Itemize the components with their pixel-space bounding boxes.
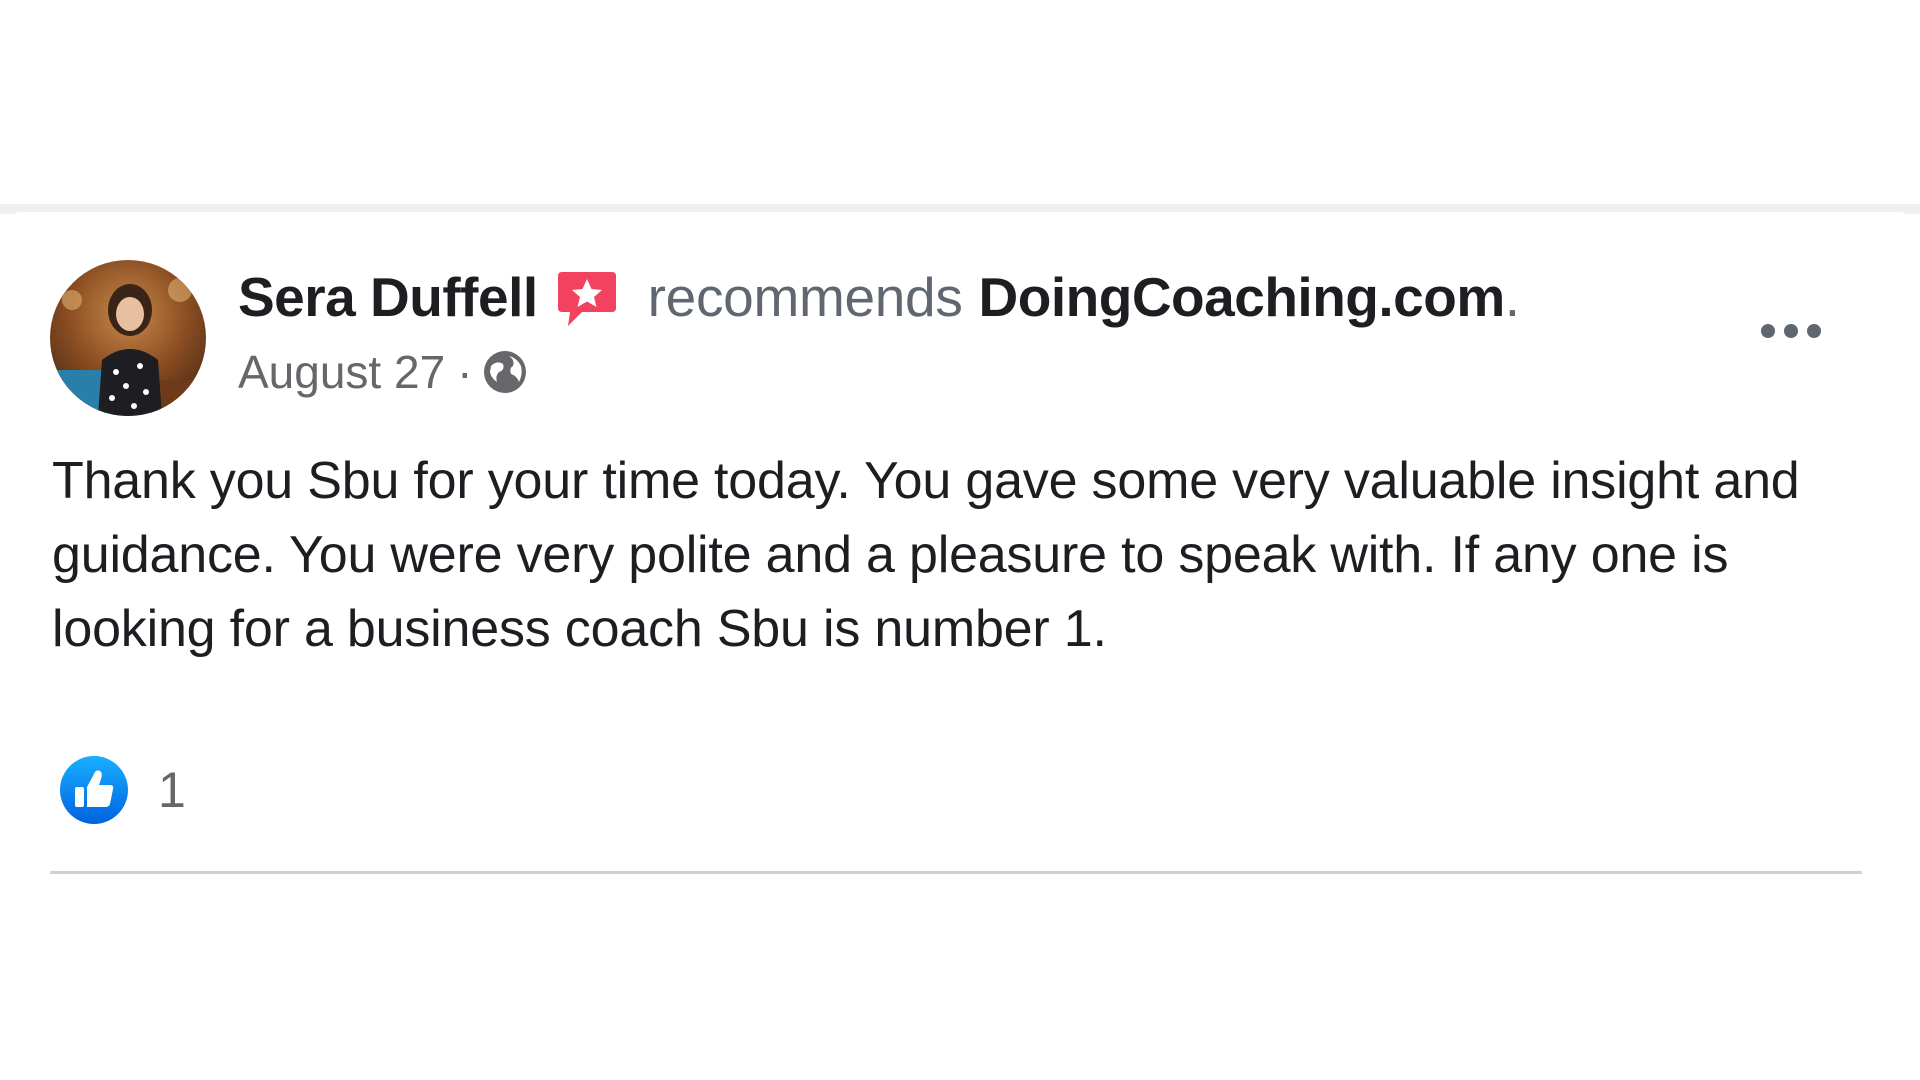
like-count: 1: [158, 762, 186, 818]
page-background-top: [0, 0, 1920, 209]
post-divider: [50, 871, 1862, 874]
recommendation-star-icon: [554, 266, 620, 332]
author-avatar[interactable]: [50, 260, 206, 416]
recommended-page-link[interactable]: DoingCoaching.com: [979, 265, 1506, 329]
globe-icon[interactable]: [481, 348, 529, 396]
post-date-link[interactable]: August 27: [238, 345, 445, 399]
like-thumbs-up-icon: [58, 754, 130, 826]
recommends-text: recommends: [647, 266, 963, 328]
reactions-summary[interactable]: 1: [58, 752, 186, 828]
avatar-image: [50, 260, 206, 416]
author-name-link[interactable]: Sera Duffell: [238, 265, 538, 329]
post-body-text: Thank you Sbu for your time today. You g…: [52, 452, 1800, 658]
page-name-period: .: [1504, 266, 1521, 328]
more-options-icon: [1761, 324, 1821, 338]
more-options-button[interactable]: [1746, 296, 1836, 366]
post-header: Sera Duffell recommends DoingCoaching.co…: [238, 262, 1520, 332]
meta-separator: ·: [457, 346, 473, 398]
post-meta: August 27 ·: [238, 340, 529, 404]
